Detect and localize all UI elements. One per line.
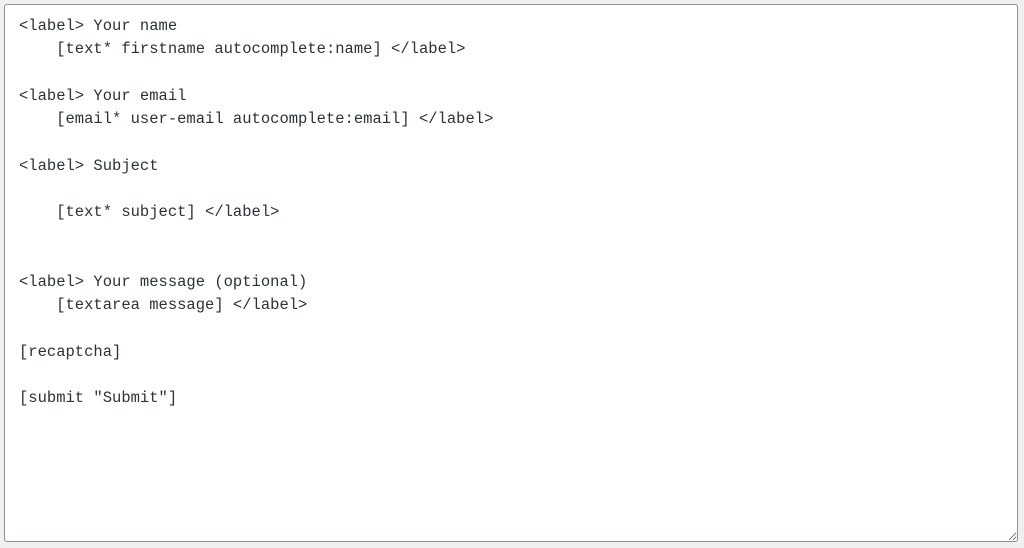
- form-editor-container: [4, 4, 1018, 542]
- form-template-textarea[interactable]: [4, 4, 1018, 542]
